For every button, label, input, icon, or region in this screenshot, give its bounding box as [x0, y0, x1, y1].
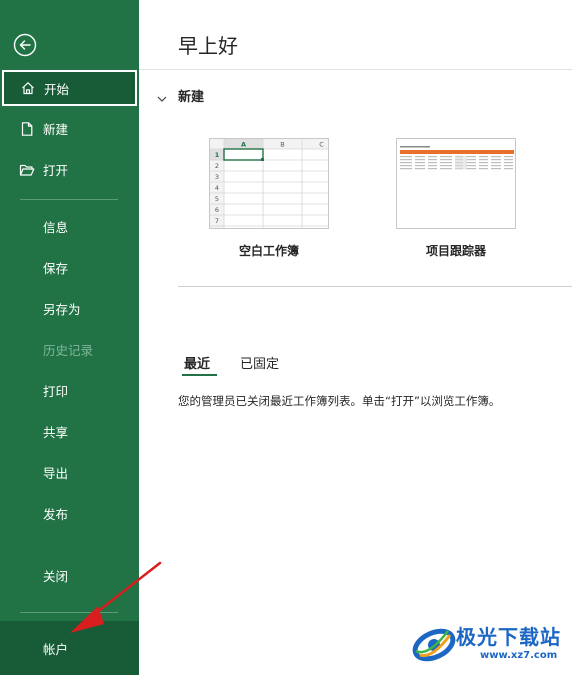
tab-recent[interactable]: 最近	[184, 353, 210, 372]
nav-info-label: 信息	[43, 220, 69, 235]
nav-save-label: 保存	[43, 261, 69, 276]
nav-export-label: 导出	[43, 466, 69, 481]
row-label: 5	[215, 195, 219, 203]
recent-list-disabled-message: 您的管理员已关闭最近工作簿列表。单击“打开”以浏览工作簿。	[178, 394, 501, 408]
row-label: 6	[215, 206, 219, 214]
new-section-title: 新建	[178, 90, 205, 105]
col-label: B	[280, 141, 284, 149]
home-icon	[20, 80, 36, 96]
nav-publish[interactable]: 发布	[0, 493, 139, 534]
nav-share[interactable]: 共享	[0, 411, 139, 452]
nav-open[interactable]: 打开	[0, 149, 139, 190]
nav-save-as[interactable]: 另存为	[0, 288, 139, 329]
nav-account-label: 帐户	[43, 641, 69, 657]
template-project-tracker[interactable]: 项目跟踪器	[396, 138, 516, 262]
nav-home-label: 开始	[44, 81, 70, 97]
nav-close[interactable]: 关闭	[0, 555, 139, 596]
row-label: 2	[215, 162, 219, 170]
template-project-tracker-label: 项目跟踪器	[425, 244, 486, 258]
project-tracker-thumbnail	[396, 138, 516, 229]
nav-export[interactable]: 导出	[0, 452, 139, 493]
nav-publish-label: 发布	[43, 507, 69, 522]
page-title: 早上好	[178, 34, 238, 58]
nav-new[interactable]: 新建	[0, 108, 139, 149]
watermark-url: www.xz7.com	[480, 650, 558, 661]
nav-home[interactable]: 开始	[2, 70, 137, 106]
nav-history-label: 历史记录	[43, 343, 94, 358]
nav-save-as-label: 另存为	[43, 302, 81, 317]
new-section-toggle[interactable]: 新建	[156, 86, 204, 105]
nav-account[interactable]: 帐户	[0, 621, 139, 675]
nav-new-label: 新建	[43, 122, 69, 137]
nav-print-label: 打印	[43, 384, 69, 399]
open-folder-icon	[19, 162, 35, 178]
watermark: 极光下载站 www.xz7.com	[410, 617, 570, 672]
row-label: 4	[215, 184, 219, 192]
nav-share-label: 共享	[43, 425, 69, 440]
backstage-sidebar: 开始 新建 打开 信息 保存 另存为 历史记录 打印 共享 导出 发布 关闭 帐…	[0, 0, 139, 675]
col-label: C	[319, 141, 324, 149]
back-arrow-icon[interactable]	[13, 33, 37, 57]
tab-selected-indicator	[182, 374, 217, 376]
template-blank-workbook-label: 空白工作簿	[238, 244, 299, 258]
row-label: 3	[215, 173, 219, 181]
nav-open-label: 打开	[43, 163, 69, 178]
nav-save[interactable]: 保存	[0, 247, 139, 288]
sidebar-divider	[20, 612, 118, 613]
blank-workbook-thumbnail: A B C 1 2 3 4 5 6 7	[209, 138, 329, 229]
new-document-icon	[19, 121, 35, 137]
row-label: 7	[215, 217, 219, 225]
watermark-title: 极光下载站	[456, 625, 561, 649]
header-divider	[139, 69, 572, 70]
nav-close-label: 关闭	[43, 569, 69, 584]
tab-pinned[interactable]: 已固定	[240, 353, 279, 372]
section-divider	[178, 286, 572, 287]
template-blank-workbook[interactable]: A B C 1 2 3 4 5 6 7 空白工作簿	[209, 138, 329, 262]
col-label: A	[241, 141, 246, 149]
row-label: 1	[215, 151, 220, 159]
sidebar-divider	[20, 199, 118, 200]
nav-info[interactable]: 信息	[0, 206, 139, 247]
nav-history: 历史记录	[0, 329, 139, 370]
chevron-down-icon	[156, 90, 168, 102]
watermark-logo-icon	[412, 628, 456, 662]
spreadsheet-grid-icon: A B C 1 2 3 4 5 6 7	[210, 139, 328, 228]
nav-print[interactable]: 打印	[0, 370, 139, 411]
